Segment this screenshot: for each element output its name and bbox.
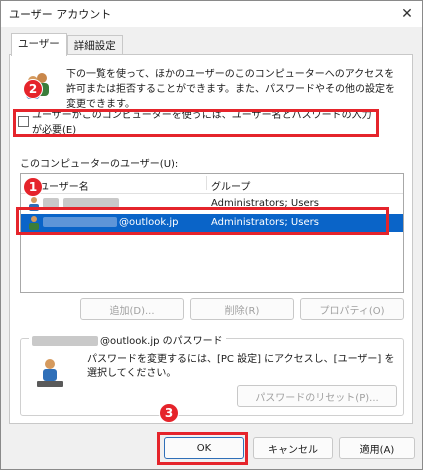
highlight-box-selected-user: [16, 207, 389, 235]
add-user-button[interactable]: 追加(D)...: [80, 298, 184, 320]
window-title: ユーザー アカウント: [9, 8, 112, 21]
step-badge-2: 2: [23, 79, 43, 99]
password-group-title-text: @outlook.jp のパスワード: [100, 336, 223, 347]
step-badge-3: 3: [159, 403, 179, 423]
user-keyboard-icon: [37, 359, 63, 387]
password-group: @outlook.jp のパスワード パスワードを変更するには、[PC 設定] …: [20, 332, 404, 416]
cancel-button[interactable]: キャンセル: [253, 437, 333, 459]
step-badge-1: 1: [23, 177, 43, 197]
properties-button[interactable]: プロパティ(O): [300, 298, 404, 320]
users-list-header: ユーザー名 グループ: [21, 174, 403, 194]
users-section-label: このコンピューターのユーザー(U):: [20, 159, 179, 170]
remove-user-button[interactable]: 削除(R): [190, 298, 294, 320]
highlight-box-require-login: [13, 109, 379, 137]
title-bar: ユーザー アカウント ✕: [1, 1, 422, 27]
redacted-name: [32, 336, 98, 346]
tab-advanced[interactable]: 詳細設定: [66, 35, 123, 55]
apply-button[interactable]: 適用(A): [339, 437, 415, 459]
reset-password-button[interactable]: パスワードのリセット(P)...: [237, 385, 397, 407]
user-accounts-dialog: ユーザー アカウント ✕ ユーザー 詳細設定 下の一覧を使って、ほかのユーザーの…: [0, 0, 423, 470]
tab-strip: ユーザー 詳細設定: [11, 33, 123, 56]
password-group-title: @outlook.jp のパスワード: [29, 332, 226, 347]
highlight-box-ok: [157, 432, 248, 465]
column-header-group[interactable]: グループ: [206, 176, 250, 193]
column-header-username[interactable]: ユーザー名: [39, 178, 89, 193]
tab-users[interactable]: ユーザー: [11, 33, 67, 56]
password-description: パスワードを変更するには、[PC 設定] にアクセスし、[ユーザー] を選択して…: [87, 354, 395, 379]
close-icon[interactable]: ✕: [396, 3, 418, 25]
